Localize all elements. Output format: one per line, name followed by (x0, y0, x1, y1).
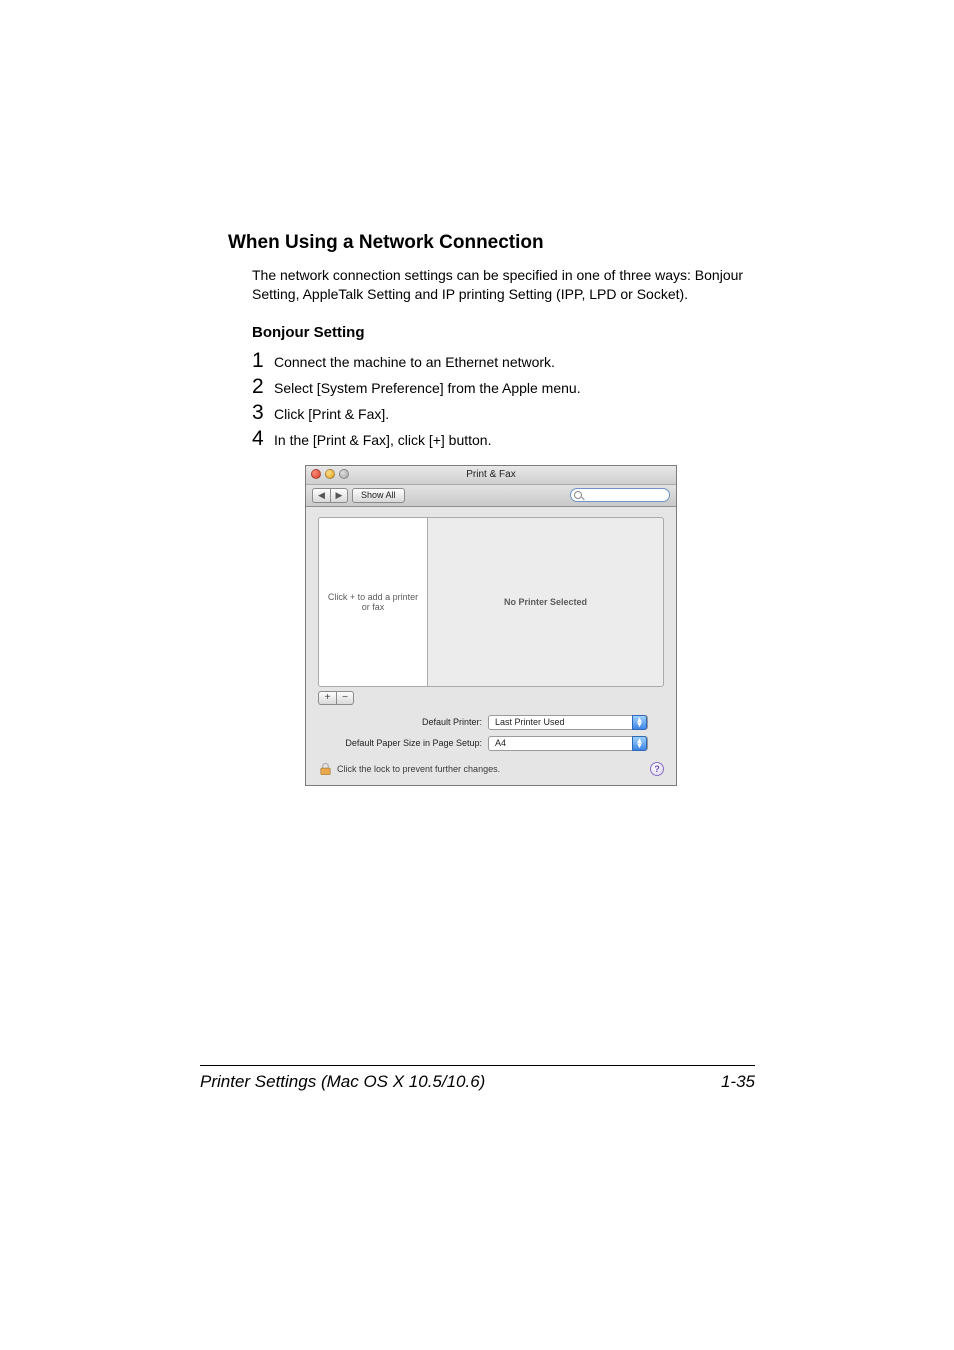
default-printer-value: Last Printer Used (495, 717, 565, 727)
step-item: 2 Select [System Preference] from the Ap… (252, 375, 754, 399)
footer-divider (200, 1065, 755, 1066)
printer-detail-well: No Printer Selected (428, 517, 664, 687)
chevron-updown-icon: ▲▼ (632, 715, 647, 730)
paper-size-select[interactable]: A4 ▲▼ (488, 736, 648, 751)
minimize-icon[interactable] (325, 469, 335, 479)
add-printer-button[interactable]: + (318, 691, 336, 705)
zoom-icon[interactable] (339, 469, 349, 479)
show-all-button[interactable]: Show All (352, 488, 405, 503)
default-printer-label: Default Printer: (318, 717, 488, 727)
step-text: Connect the machine to an Ethernet netwo… (274, 354, 555, 370)
page-footer: Printer Settings (Mac OS X 10.5/10.6) 1-… (200, 1065, 755, 1092)
remove-printer-button[interactable]: − (336, 691, 354, 705)
forward-button[interactable]: ▶ (330, 488, 348, 503)
step-text: Select [System Preference] from the Appl… (274, 380, 581, 396)
printer-list-hint: Click + to add a printer or fax (325, 592, 421, 612)
step-item: 1 Connect the machine to an Ethernet net… (252, 349, 754, 373)
heading-network-connection: When Using a Network Connection (228, 232, 754, 254)
step-number: 4 (252, 427, 274, 451)
help-button[interactable]: ? (650, 762, 664, 776)
intro-paragraph: The network connection settings can be s… (252, 266, 754, 304)
paper-size-label: Default Paper Size in Page Setup: (318, 738, 488, 748)
step-number: 2 (252, 375, 274, 399)
step-number: 3 (252, 401, 274, 425)
printer-list-well: Click + to add a printer or fax (318, 517, 428, 687)
step-list: 1 Connect the machine to an Ethernet net… (252, 349, 754, 451)
lock-icon[interactable] (318, 761, 333, 777)
step-item: 4 In the [Print & Fax], click [+] button… (252, 427, 754, 451)
traffic-lights (311, 469, 349, 479)
step-text: In the [Print & Fax], click [+] button. (274, 432, 492, 448)
step-text: Click [Print & Fax]. (274, 406, 389, 422)
search-icon (574, 491, 582, 499)
search-input[interactable] (570, 488, 670, 502)
print-fax-window: Print & Fax ◀ ▶ Show All Click + to add … (305, 465, 677, 786)
lock-text: Click the lock to prevent further change… (337, 764, 500, 774)
back-button[interactable]: ◀ (312, 488, 330, 503)
window-toolbar: ◀ ▶ Show All (306, 485, 676, 507)
footer-section-title: Printer Settings (Mac OS X 10.5/10.6) (200, 1072, 485, 1092)
no-printer-message: No Printer Selected (504, 597, 587, 607)
add-remove-segment: + − (318, 691, 664, 705)
chevron-updown-icon: ▲▼ (632, 736, 647, 751)
window-titlebar: Print & Fax (306, 466, 676, 485)
paper-size-value: A4 (495, 738, 506, 748)
close-icon[interactable] (311, 469, 321, 479)
default-printer-select[interactable]: Last Printer Used ▲▼ (488, 715, 648, 730)
window-title: Print & Fax (466, 469, 515, 480)
step-number: 1 (252, 349, 274, 373)
nav-segment: ◀ ▶ (312, 488, 348, 503)
footer-page-number: 1-35 (721, 1072, 755, 1092)
step-item: 3 Click [Print & Fax]. (252, 401, 754, 425)
heading-bonjour: Bonjour Setting (252, 324, 754, 341)
